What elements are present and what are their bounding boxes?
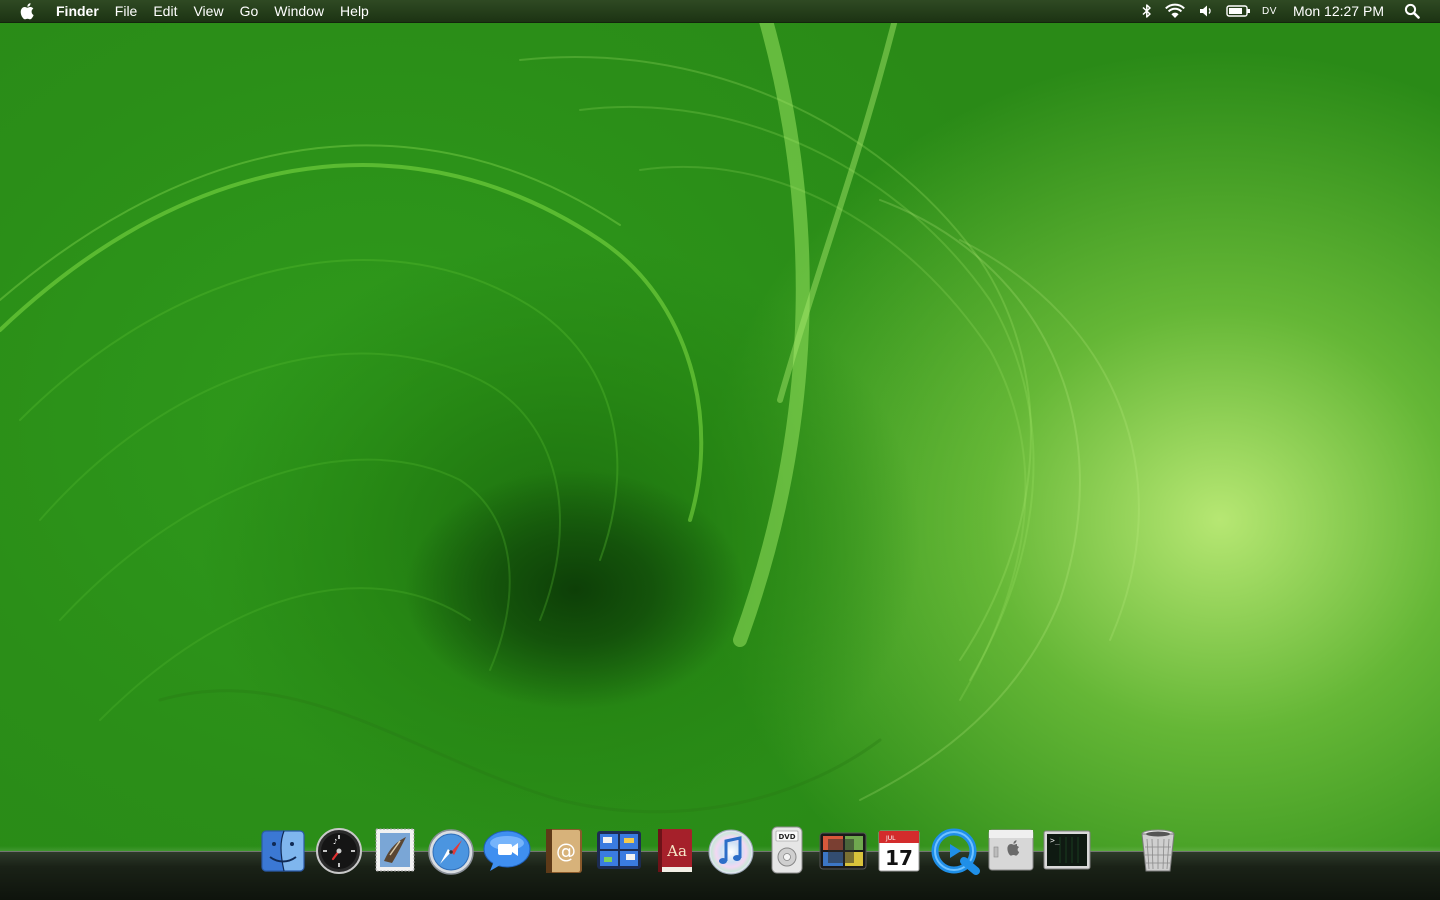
apple-icon [20, 3, 34, 20]
wifi-icon [1165, 3, 1185, 18]
dock-item-safari[interactable] [426, 825, 476, 881]
dock-item-ical[interactable]: JUL 17 [874, 825, 924, 881]
clock-menu[interactable]: Mon 12:27 PM [1293, 3, 1384, 19]
apple-menu[interactable] [18, 0, 38, 22]
dock-item-itunes[interactable] [706, 825, 756, 881]
dock-item-system-preferences[interactable] [986, 825, 1036, 881]
dock-item-terminal[interactable]: >_ [1042, 825, 1092, 881]
battery-menu[interactable] [1226, 0, 1252, 22]
dock-item-dashboard[interactable]: ♪ [314, 825, 364, 881]
mail-icon [375, 828, 415, 872]
system-preferences-icon [988, 829, 1034, 871]
ical-icon-month: JUL [885, 835, 896, 842]
dictionary-icon: Aa [658, 829, 692, 872]
wifi-menu[interactable] [1164, 0, 1186, 22]
svg-text:♪: ♪ [333, 838, 337, 846]
dock-separator [1112, 825, 1113, 875]
bluetooth-icon [1142, 4, 1151, 18]
volume-icon [1200, 5, 1211, 17]
address-book-icon: @ [546, 829, 582, 873]
terminal-icon: >_ [1043, 830, 1091, 870]
menu-help[interactable]: Help [332, 0, 377, 22]
menu-file[interactable]: File [107, 0, 146, 22]
dictionary-icon-label: Aa [666, 842, 687, 860]
finder-icon [261, 830, 305, 872]
dock-item-dictionary[interactable]: Aa [650, 825, 700, 881]
dashboard-icon: ♪ [316, 828, 362, 874]
dock-item-photo-booth[interactable] [818, 825, 868, 881]
menu-go[interactable]: Go [232, 0, 267, 22]
spotlight-menu[interactable] [1404, 0, 1420, 22]
dock-item-mail[interactable] [370, 825, 420, 881]
dock: ♪ @ Aa DVD JUL 17 >_ [258, 825, 1189, 885]
dock-item-quicktime[interactable] [930, 825, 980, 881]
menu-edit[interactable]: Edit [145, 0, 185, 22]
svg-text:@: @ [556, 839, 576, 863]
battery-icon [1226, 5, 1251, 17]
menu-bar: Finder File Edit View Go Window Help DV … [0, 0, 1440, 23]
menu-view[interactable]: View [185, 0, 231, 22]
menu-window[interactable]: Window [266, 0, 332, 22]
trash-icon [1141, 829, 1175, 872]
safari-icon [428, 829, 474, 875]
spotlight-search-icon [1404, 3, 1420, 19]
ical-icon: JUL 17 [878, 830, 920, 872]
dock-item-address-book[interactable]: @ [538, 825, 588, 881]
bluetooth-menu[interactable] [1142, 0, 1152, 22]
dock-item-spaces[interactable] [594, 825, 644, 881]
photo-booth-icon [819, 832, 867, 870]
itunes-icon [708, 829, 754, 875]
leaf-wallpaper [0, 0, 1140, 814]
quicktime-icon [931, 828, 980, 875]
spaces-icon [597, 831, 641, 869]
menu-extras: DV Mon 12:27 PM [1136, 0, 1440, 22]
dvd-icon-label: DVD [778, 833, 795, 841]
input-source-menu[interactable]: DV [1262, 6, 1277, 17]
ichat-icon [483, 830, 531, 871]
desktop[interactable]: Finder File Edit View Go Window Help DV … [0, 0, 1440, 900]
terminal-icon-prompt: >_ [1050, 836, 1060, 845]
menu-app-finder[interactable]: Finder [52, 0, 107, 22]
dock-item-dvd-player[interactable]: DVD [762, 825, 812, 881]
dvd-player-icon: DVD [771, 826, 803, 874]
dock-item-finder[interactable] [258, 825, 308, 881]
dock-item-trash[interactable] [1133, 825, 1183, 881]
volume-menu[interactable] [1198, 0, 1214, 22]
ical-icon-day: 17 [885, 846, 913, 870]
dock-item-ichat[interactable] [482, 825, 532, 881]
